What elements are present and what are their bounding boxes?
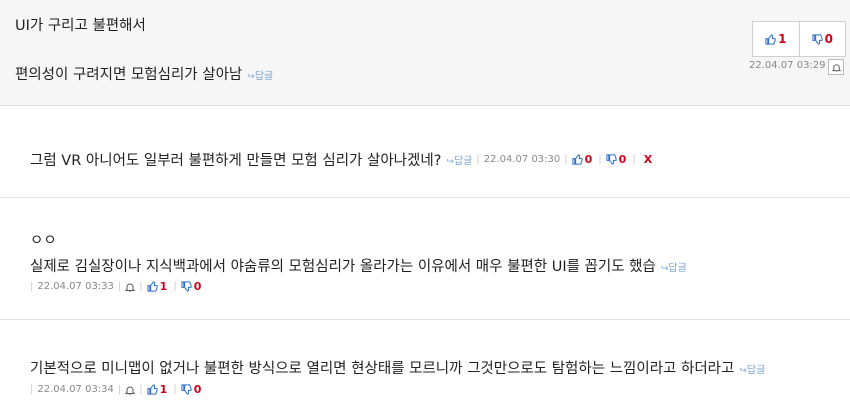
reply-arrow-icon: ↪ <box>739 366 747 376</box>
comment-2: 그럼 VR 아니어도 일부러 불편하게 만들면 모험 심리가 살아나겠네? ↪답… <box>0 105 850 198</box>
comment-3-line-1: ㅇㅇ <box>30 233 57 249</box>
comment-1-text: 편의성이 구려지면 모험심리가 살아남 <box>15 67 243 83</box>
separator: | <box>139 384 143 395</box>
reply-link[interactable]: ↪답글 <box>446 152 472 167</box>
thumbs-down-icon <box>811 33 823 45</box>
comment-2-timestamp: 22.04.07 03:30 <box>483 154 561 165</box>
thumbs-up-icon[interactable] <box>572 154 583 165</box>
notify-button[interactable] <box>828 59 844 75</box>
separator: | <box>30 281 34 292</box>
downvote-button[interactable]: 0 <box>798 22 846 56</box>
separator: | <box>173 281 177 292</box>
reply-arrow-icon: ↪ <box>247 72 255 82</box>
bell-icon[interactable] <box>125 282 136 292</box>
thumbs-up-icon <box>765 33 776 45</box>
reply-label: 답글 <box>746 365 766 376</box>
upvote-count: 1 <box>159 280 168 293</box>
comment-3: ㅇㅇ 실제로 김실장이나 지식백과에서 야숨류의 모험심리가 올라가는 이유에서… <box>0 197 850 320</box>
comment-4-timestamp: 22.04.07 03:34 <box>37 384 114 395</box>
separator: | <box>173 384 177 395</box>
thumbs-up-icon[interactable] <box>147 384 158 395</box>
downvote-count: 0 <box>193 383 202 396</box>
comment-3-text: 실제로 김실장이나 지식백과에서 야숨류의 모험심리가 올라가는 이유에서 매우… <box>30 259 656 275</box>
comment-4-text: 기본적으로 미니맵이 없거나 불편한 방식으로 열리면 현상태를 모르니까 그것… <box>30 361 735 377</box>
comment-4-meta: | 22.04.07 03:34 | | 1 | 0 <box>30 383 203 396</box>
separator: | <box>117 281 122 292</box>
reply-arrow-icon: ↪ <box>446 157 454 167</box>
separator: | <box>564 154 568 165</box>
bell-icon <box>831 63 841 72</box>
comment-1-line-2: 편의성이 구려지면 모험심리가 살아남 ↪답글 <box>15 63 273 84</box>
separator: | <box>30 384 34 395</box>
comment-3-meta: | 22.04.07 03:33 | | 1 | 0 <box>30 280 203 293</box>
delete-button[interactable]: X <box>644 153 652 166</box>
upvote-count: 0 <box>584 153 593 166</box>
comment-1: UI가 구리고 불편해서 편의성이 구려지면 모험심리가 살아남 ↪답글 1 0 … <box>0 0 850 106</box>
separator: | <box>476 154 480 165</box>
separator: | <box>139 281 143 292</box>
comment-4-line: 기본적으로 미니맵이 없거나 불편한 방식으로 열리면 현상태를 모르니까 그것… <box>30 357 765 378</box>
reply-link[interactable]: ↪답글 <box>661 263 687 274</box>
comment-4: 기본적으로 미니맵이 없거나 불편한 방식으로 열리면 현상태를 모르니까 그것… <box>0 319 850 413</box>
reply-label: 답글 <box>668 263 687 274</box>
comment-1-line-1: UI가 구리고 불편해서 <box>15 18 146 34</box>
thumbs-down-icon[interactable] <box>606 154 617 165</box>
upvote-count: 1 <box>778 32 787 46</box>
reply-link[interactable]: ↪답글 <box>247 71 273 82</box>
thumbs-down-icon[interactable] <box>181 281 192 292</box>
separator: | <box>632 154 636 165</box>
thumbs-down-icon[interactable] <box>181 384 192 395</box>
separator: | <box>598 154 602 165</box>
comment-3-timestamp: 22.04.07 03:33 <box>37 281 114 292</box>
separator: | <box>117 384 122 395</box>
bell-icon[interactable] <box>125 385 136 395</box>
downvote-count: 0 <box>618 153 627 166</box>
comment-3-line-2: 실제로 김실장이나 지식백과에서 야숨류의 모험심리가 올라가는 이유에서 매우… <box>30 255 687 276</box>
comment-2-text: 그럼 VR 아니어도 일부러 불편하게 만들면 모험 심리가 살아나겠네? <box>30 153 442 169</box>
upvote-button[interactable]: 1 <box>753 22 799 56</box>
vote-box: 1 0 <box>752 21 846 57</box>
reply-link[interactable]: ↪답글 <box>739 365 765 376</box>
reply-label: 답글 <box>254 71 274 82</box>
downvote-count: 0 <box>824 32 833 46</box>
comment-1-timestamp: 22.04.07 03:29 <box>749 60 826 71</box>
downvote-count: 0 <box>193 280 202 293</box>
upvote-count: 1 <box>159 383 168 396</box>
reply-label: 답글 <box>453 156 473 167</box>
thumbs-up-icon[interactable] <box>147 281 158 292</box>
comment-2-row: 그럼 VR 아니어도 일부러 불편하게 만들면 모험 심리가 살아나겠네? ↪답… <box>30 149 652 170</box>
